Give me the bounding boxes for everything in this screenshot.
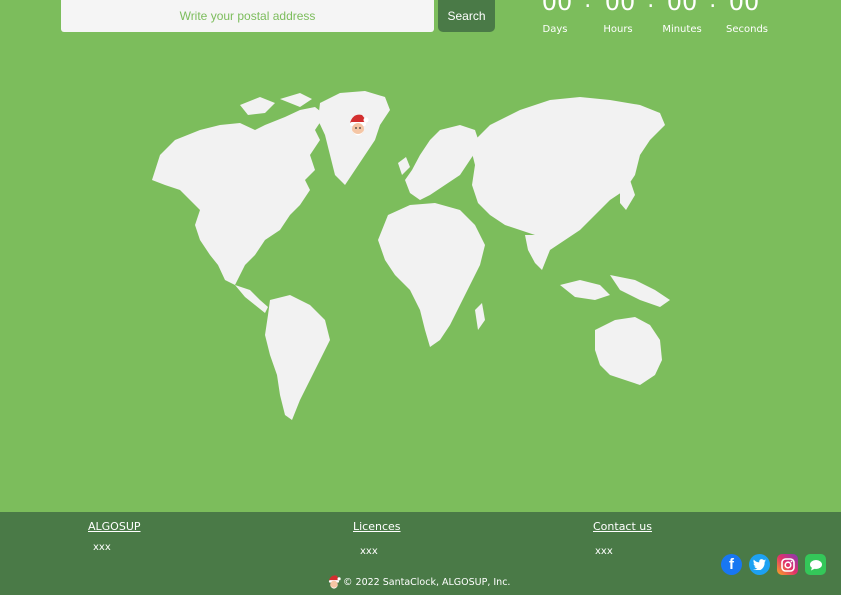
footer-algosup-text: xxx — [93, 542, 111, 553]
australia — [595, 317, 662, 385]
africa — [378, 203, 485, 347]
world-map[interactable] — [140, 85, 685, 430]
hours-value: 00 — [604, 0, 636, 16]
twitter-icon[interactable] — [749, 554, 770, 575]
instagram-icon[interactable] — [777, 554, 798, 575]
seconds-label: Seconds — [725, 24, 768, 35]
footer: ALGOSUP xxx Licences xxx Contact us xxx … — [0, 512, 841, 595]
north-america — [152, 107, 325, 285]
footer-licences-link[interactable]: Licences — [353, 520, 401, 533]
footer-algosup-link[interactable]: ALGOSUP — [88, 520, 141, 533]
footer-contact-link[interactable]: Contact us — [593, 520, 652, 533]
greenland — [318, 91, 390, 185]
footer-licences-text: xxx — [360, 546, 378, 557]
footer-contact-text: xxx — [595, 546, 613, 557]
minutes-label: Minutes — [662, 24, 702, 35]
minutes-value: 00 — [666, 0, 698, 16]
separator: : — [584, 0, 592, 13]
days-value: 00 — [541, 0, 573, 16]
days-label: Days — [542, 24, 568, 35]
separator: : — [709, 0, 717, 13]
countdown-timer: 00 : 00 : 00 : 00 Days Hours Minutes Sec… — [530, 0, 780, 38]
hours-label: Hours — [603, 24, 633, 35]
search-button[interactable]: Search — [438, 0, 495, 32]
separator: : — [647, 0, 655, 13]
messages-icon[interactable] — [805, 554, 826, 575]
address-search-box — [61, 0, 434, 32]
copyright-text: © 2022 SantaClock, ALGOSUP, Inc. — [343, 576, 511, 588]
address-input[interactable] — [61, 0, 434, 32]
santa-icon — [328, 575, 341, 589]
asia — [470, 97, 665, 250]
copyright: © 2022 SantaClock, ALGOSUP, Inc. — [327, 573, 510, 591]
south-america — [265, 295, 330, 420]
santa-icon[interactable] — [347, 112, 369, 138]
europe — [405, 125, 480, 200]
facebook-icon[interactable]: f — [721, 554, 742, 575]
seconds-value: 00 — [728, 0, 760, 16]
